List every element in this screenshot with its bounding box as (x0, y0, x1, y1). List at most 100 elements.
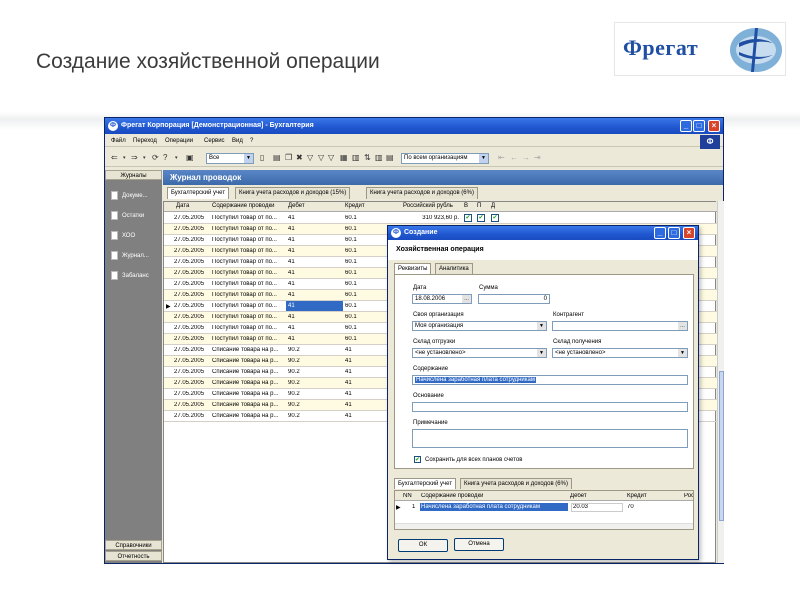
col-entry-credit[interactable]: Кредит (627, 493, 647, 499)
nav-item-balances[interactable]: Остатки (111, 210, 161, 224)
table-icon[interactable]: ▦ (340, 153, 348, 163)
tab-requisites[interactable]: Реквизиты (394, 263, 432, 274)
counterparty-field[interactable]: … (552, 321, 688, 331)
menu-view[interactable]: Вид (232, 138, 243, 144)
help-icon[interactable]: ? (163, 153, 167, 163)
nav-item-documents[interactable]: Докуме... (111, 190, 161, 204)
filter-combo[interactable]: Все ▼ (206, 153, 254, 164)
tab-bottom-accounting[interactable]: Бухгалтерский учет (394, 478, 457, 489)
maximize-button[interactable]: □ (693, 120, 705, 132)
org-combo[interactable]: По всем организациям ▼ (401, 153, 489, 164)
chevron-down-icon[interactable]: ▼ (537, 322, 546, 330)
basis-field[interactable] (412, 402, 688, 412)
menu-operations[interactable]: Операции (165, 138, 193, 144)
nav-item-hoo[interactable]: ХОО (111, 230, 161, 244)
nav-directories[interactable]: Справочники (105, 540, 162, 550)
col-credit[interactable]: Кредит (345, 203, 365, 209)
sort-icon[interactable]: ⇅ (364, 153, 371, 163)
tab-accounting[interactable]: Бухгалтерский учет (167, 187, 230, 199)
nav-item-offbalance[interactable]: Забаланс (111, 270, 161, 284)
col-p[interactable]: П (477, 203, 481, 209)
table-row[interactable]: ▶ 1 Начислена заработная плата сотрудник… (395, 502, 693, 512)
content-field[interactable]: Начислена заработная плата сотрудникам (412, 375, 688, 385)
tab-book-15[interactable]: Книга учета расходов и доходов (15%) (235, 187, 351, 199)
col-debit[interactable]: Дебет (288, 203, 305, 209)
dialog-grid-horizontal-scrollbar[interactable] (395, 523, 693, 529)
nav-last-icon[interactable]: ⇥ (534, 153, 541, 163)
menu-bar: Файл Переход Операции Сервис Вид ? Ф (105, 135, 723, 149)
chevron-down-icon[interactable]: ▼ (479, 154, 488, 163)
view-icon[interactable]: ▤ (386, 153, 394, 163)
back-dropdown-icon[interactable]: ▾ (123, 153, 126, 163)
back-icon[interactable]: ⇐ (111, 153, 118, 163)
col-v[interactable]: В (464, 203, 468, 209)
col-content[interactable]: Содержание проводки (212, 203, 274, 209)
ellipsis-icon[interactable]: … (678, 322, 687, 330)
cell-date: 27.05.2005 (174, 369, 205, 375)
nav-first-icon[interactable]: ⇤ (498, 153, 505, 163)
cell-date: 27.05.2005 (174, 226, 205, 232)
forward-dropdown-icon[interactable]: ▾ (143, 153, 146, 163)
cell-content: Списание товара на р... (212, 402, 279, 408)
col-entry-content[interactable]: Содержание проводки (421, 493, 483, 499)
tab-bottom-book-6[interactable]: Книга учета расходов и доходов (6%) (460, 478, 572, 489)
row-checkbox[interactable]: ✔ (477, 214, 485, 222)
sum-field[interactable]: 0 (478, 294, 550, 304)
chevron-down-icon[interactable]: ▼ (244, 154, 253, 163)
tab-analytics[interactable]: Аналитика (435, 263, 473, 274)
table-row[interactable]: 27.05.2005 Поступил товар от по... 41 60.1 3… (164, 213, 717, 224)
col-nn[interactable]: NN (403, 493, 412, 499)
nav-reports[interactable]: Отчетность (105, 551, 162, 561)
menu-goto[interactable]: Переход (133, 138, 157, 144)
ship-warehouse-select[interactable]: <не установлено> ▼ (412, 348, 547, 358)
nav-item-journal[interactable]: Журнал... (111, 250, 161, 264)
forward-icon[interactable]: ⇒ (131, 153, 138, 163)
ellipsis-icon[interactable]: … (462, 295, 471, 303)
nav-prev-icon[interactable]: ← (510, 153, 518, 163)
copy-icon[interactable]: ❐ (285, 153, 292, 163)
own-org-select[interactable]: Моя организация ▼ (412, 321, 547, 331)
chevron-down-icon[interactable]: ▼ (678, 349, 687, 357)
refresh-icon[interactable]: ⟳ (152, 153, 159, 163)
filter-add-icon[interactable]: ▽ (318, 153, 324, 163)
menu-service[interactable]: Сервис (204, 138, 225, 144)
close-button[interactable]: × (708, 120, 720, 132)
help-dropdown-icon[interactable]: ▾ (175, 153, 178, 163)
ok-button[interactable]: ОК (398, 539, 448, 552)
nav-next-icon[interactable]: → (522, 153, 530, 163)
recv-warehouse-select[interactable]: <не установлено> ▼ (552, 348, 688, 358)
note-field[interactable] (412, 429, 688, 448)
grid-vertical-scrollbar[interactable] (717, 201, 724, 563)
entry-nn: 1 (412, 504, 416, 510)
cancel-button[interactable]: Отмена (454, 538, 504, 551)
col-date[interactable]: Дата (176, 203, 189, 209)
row-checkbox[interactable]: ✔ (491, 214, 499, 222)
date-field[interactable]: 18.08.2006 … (412, 294, 472, 304)
col-rub[interactable]: Российский рубль (403, 203, 453, 209)
delete-icon[interactable]: ✖ (296, 153, 303, 163)
edit-document-icon[interactable]: ▤ (273, 153, 281, 163)
panel-icon[interactable]: ▣ (186, 153, 194, 163)
menu-file[interactable]: Файл (111, 138, 126, 144)
chevron-down-icon[interactable]: ▼ (537, 349, 546, 357)
dialog-minimize-button[interactable]: _ (654, 227, 666, 239)
row-checkbox[interactable]: ✔ (464, 214, 472, 222)
cell-content: Поступил товар от по... (212, 314, 277, 320)
dialog-maximize-button[interactable]: □ (668, 227, 680, 239)
minimize-button[interactable]: _ (680, 120, 692, 132)
menu-help[interactable]: ? (250, 138, 253, 144)
dialog-close-button[interactable]: × (683, 227, 695, 239)
col-entry-debit[interactable]: Дебет (570, 493, 587, 499)
grid-icon[interactable]: ▥ (352, 153, 360, 163)
cell-date: 27.05.2005 (174, 281, 205, 287)
save-all-checkbox[interactable]: ✔ (414, 456, 421, 463)
columns-icon[interactable]: ▥ (375, 153, 383, 163)
scrollbar-thumb[interactable] (719, 371, 724, 521)
nav-header-journals[interactable]: Журналы (105, 170, 162, 180)
filter-clear-icon[interactable]: ▽ (328, 153, 334, 163)
col-entry-rub[interactable]: Росс (684, 493, 693, 499)
new-document-icon[interactable]: ▯ (260, 153, 264, 163)
tab-book-6[interactable]: Книга учета расходов и доходов (6%) (366, 187, 478, 199)
filter-icon[interactable]: ▽ (307, 153, 313, 163)
col-d[interactable]: Д (491, 203, 495, 209)
